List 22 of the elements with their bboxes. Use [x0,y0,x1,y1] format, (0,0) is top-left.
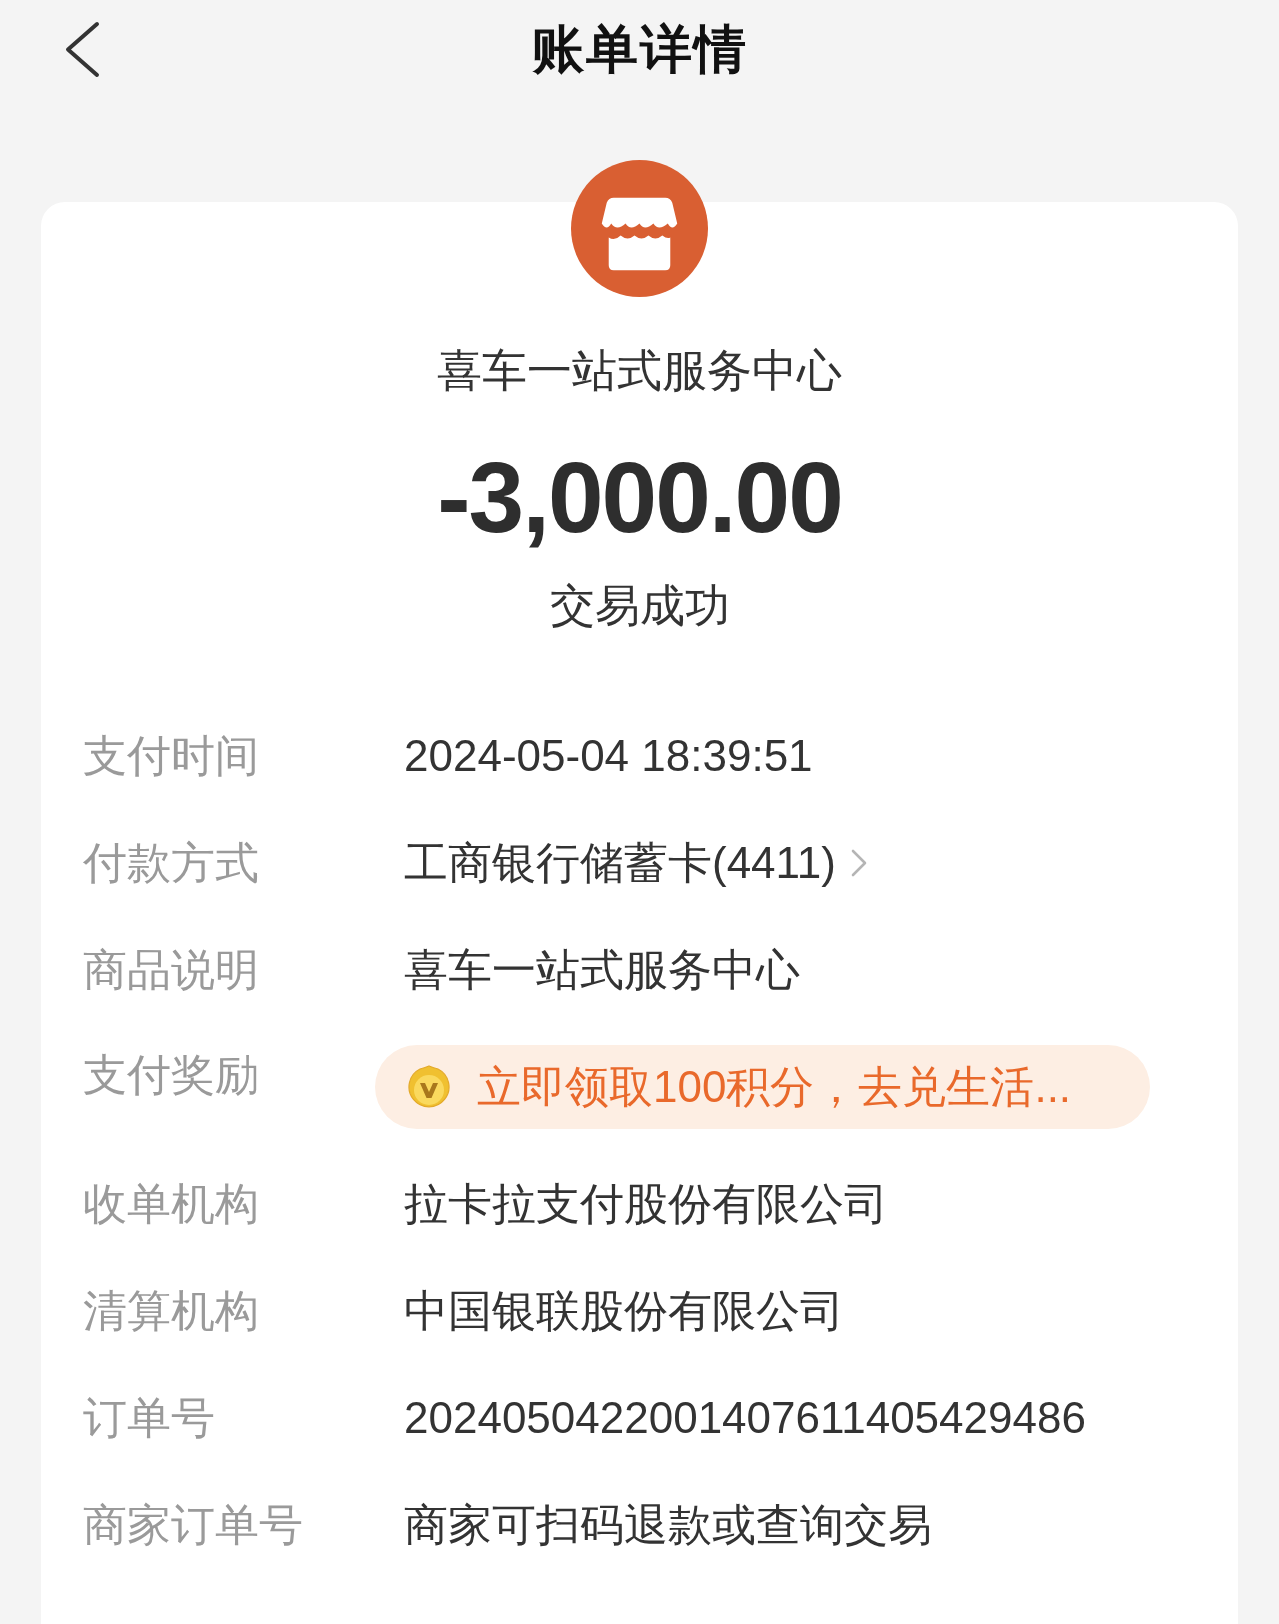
chevron-right-icon [849,847,868,878]
detail-label: 商品说明 [83,943,260,996]
detail-label: 付款方式 [83,836,260,889]
detail-value: 喜车一站式服务中心 [404,943,800,996]
detail-label: 支付奖励 [83,1049,260,1101]
detail-label: 收单机构 [83,1177,260,1230]
page-title: 账单详情 [531,19,748,80]
payment-method-link[interactable]: 工商银行储蓄卡(4411) [404,832,868,893]
detail-label: 清算机构 [83,1284,260,1337]
detail-value: 中国银联股份有限公司 [404,1284,844,1337]
detail-value: 商家可扫码退款或查询交易 [404,1498,932,1551]
detail-value: 2024-05-04 18:39:51 [404,729,813,782]
detail-value: 拉卡拉支付股份有限公司 [404,1177,888,1230]
transaction-status: 交易成功 [549,579,730,633]
payment-amount: -3,000.00 [437,442,842,552]
detail-label: 支付时间 [83,729,260,782]
merchant-name: 喜车一站式服务中心 [437,344,842,398]
detail-label: 商家订单号 [83,1498,304,1551]
back-icon[interactable] [64,20,100,78]
coin-icon [407,1065,451,1109]
detail-value: 2024050422001407611405429486 [404,1391,1086,1444]
detail-label: 订单号 [83,1391,216,1444]
